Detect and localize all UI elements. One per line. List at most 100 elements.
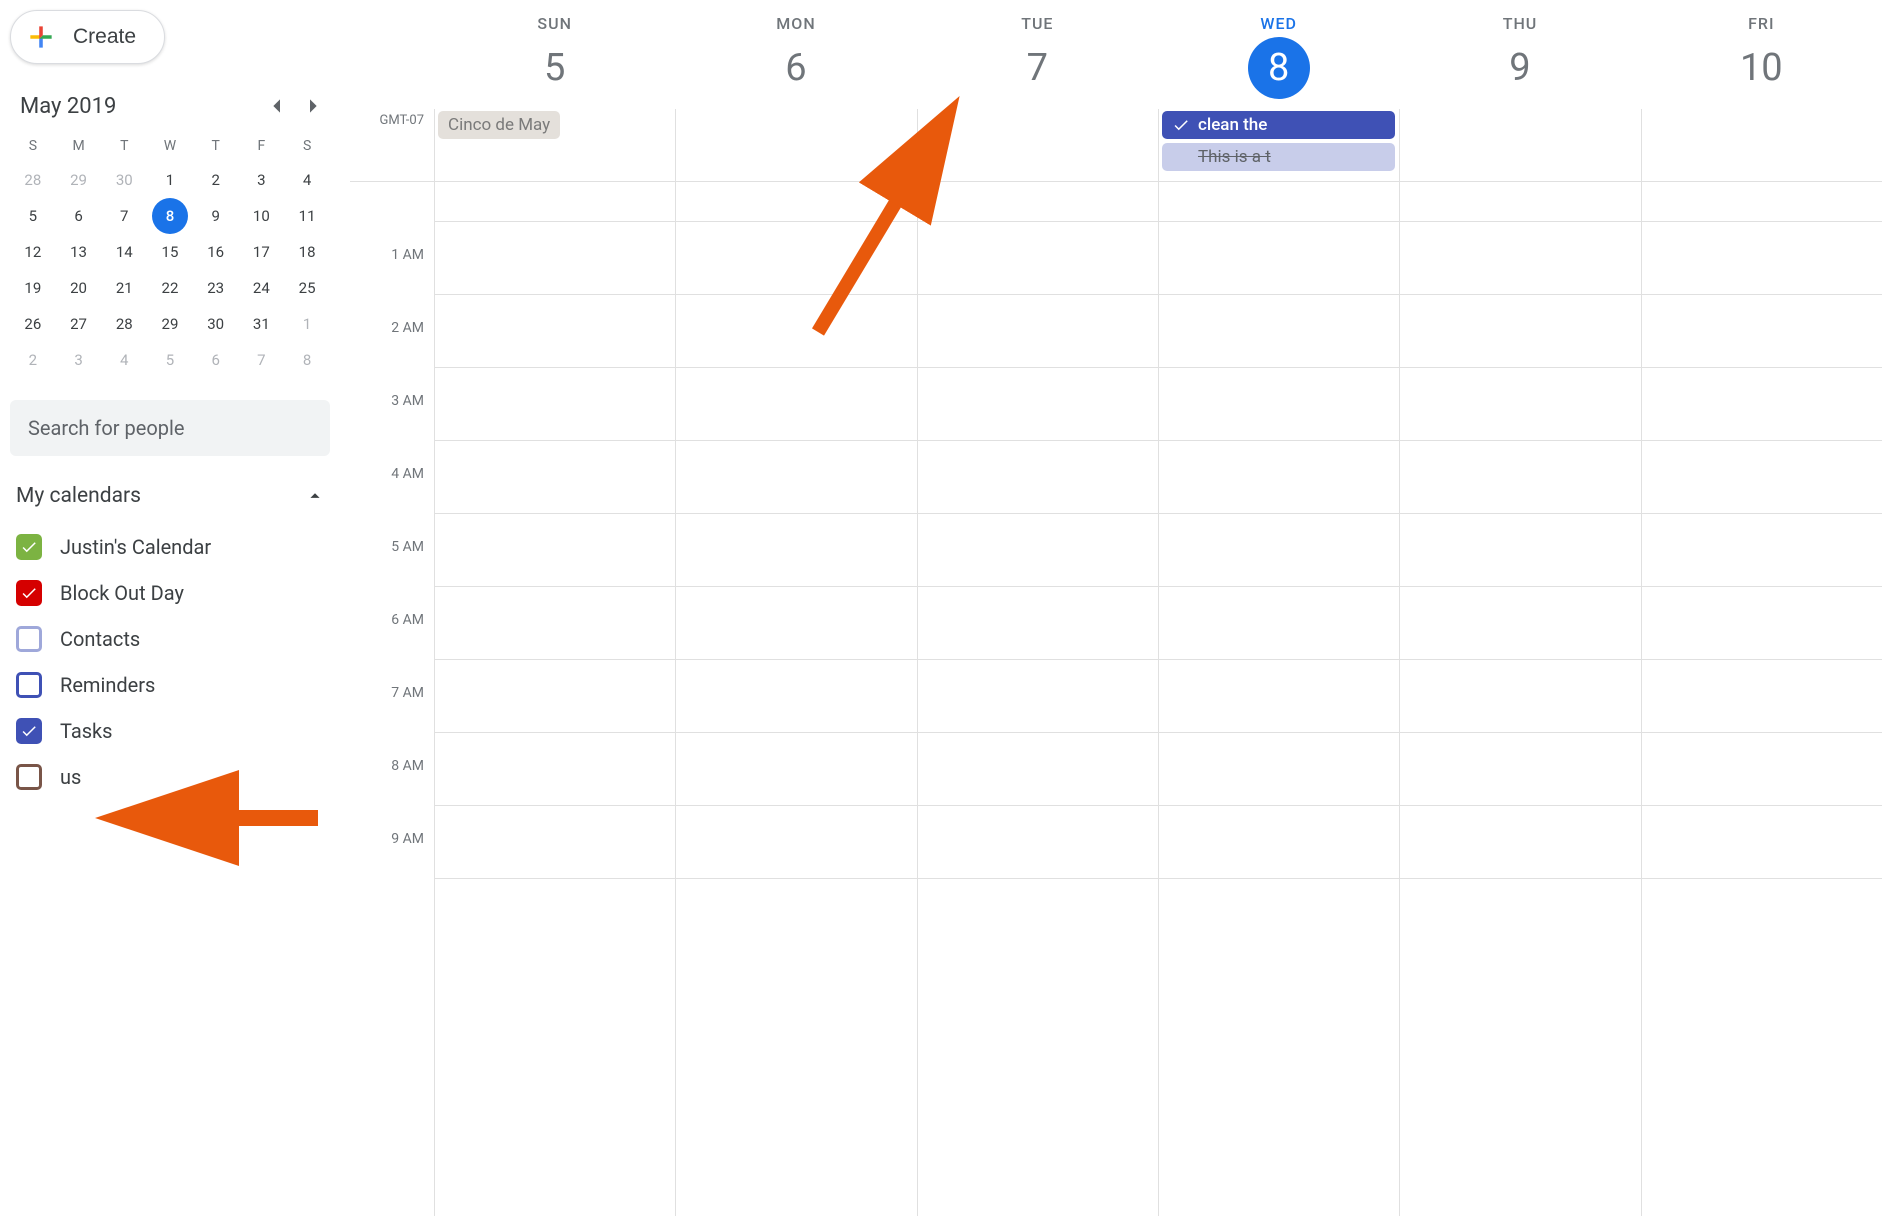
hour-cell[interactable] bbox=[676, 368, 916, 441]
minicalendar-day[interactable]: 9 bbox=[193, 198, 239, 234]
day-header[interactable]: THU9 bbox=[1399, 0, 1640, 109]
minicalendar-day[interactable]: 5 bbox=[10, 198, 56, 234]
calendar-checkbox[interactable] bbox=[16, 534, 42, 560]
grid-column[interactable] bbox=[434, 182, 675, 1216]
hour-cell[interactable] bbox=[435, 514, 675, 587]
allday-cell-wed[interactable]: clean the This is a t bbox=[1158, 109, 1399, 181]
hour-cell[interactable] bbox=[435, 660, 675, 733]
minicalendar-day[interactable]: 1 bbox=[147, 162, 193, 198]
minicalendar-day[interactable]: 31 bbox=[239, 306, 285, 342]
minicalendar-day[interactable]: 8 bbox=[284, 342, 330, 378]
day-header[interactable]: WED8 bbox=[1158, 0, 1399, 109]
hour-cell[interactable] bbox=[676, 514, 916, 587]
minicalendar-day[interactable]: 16 bbox=[193, 234, 239, 270]
hour-cell[interactable] bbox=[1400, 660, 1640, 733]
day-header[interactable]: TUE7 bbox=[917, 0, 1158, 109]
minicalendar-day[interactable]: 13 bbox=[56, 234, 102, 270]
hour-cell[interactable] bbox=[1159, 587, 1399, 660]
minicalendar-day[interactable]: 29 bbox=[147, 306, 193, 342]
minicalendar-day[interactable]: 27 bbox=[56, 306, 102, 342]
minicalendar-day[interactable]: 30 bbox=[193, 306, 239, 342]
hour-cell[interactable] bbox=[918, 587, 1158, 660]
hour-cell[interactable] bbox=[918, 295, 1158, 368]
create-button[interactable]: Create bbox=[10, 10, 165, 64]
hour-cell[interactable] bbox=[1159, 514, 1399, 587]
hour-cell[interactable] bbox=[1642, 587, 1882, 660]
minicalendar-day[interactable]: 6 bbox=[193, 342, 239, 378]
calendar-checkbox[interactable] bbox=[16, 626, 42, 652]
hour-cell[interactable] bbox=[1642, 295, 1882, 368]
hour-cell[interactable] bbox=[435, 368, 675, 441]
allday-cell-thu[interactable] bbox=[1399, 109, 1640, 181]
hour-cell[interactable] bbox=[1642, 441, 1882, 514]
hour-cell[interactable] bbox=[435, 806, 675, 879]
calendar-checkbox[interactable] bbox=[16, 718, 42, 744]
calendar-item[interactable]: Contacts bbox=[16, 616, 330, 662]
hour-cell[interactable] bbox=[1159, 222, 1399, 295]
hour-cell[interactable] bbox=[676, 733, 916, 806]
hour-cell[interactable] bbox=[918, 368, 1158, 441]
hour-cell[interactable] bbox=[1400, 222, 1640, 295]
hour-cell[interactable] bbox=[676, 441, 916, 514]
calendar-checkbox[interactable] bbox=[16, 764, 42, 790]
hour-cell[interactable] bbox=[676, 182, 916, 222]
calendar-checkbox[interactable] bbox=[16, 672, 42, 698]
minicalendar-day[interactable]: 28 bbox=[101, 306, 147, 342]
hour-cell[interactable] bbox=[1159, 182, 1399, 222]
minicalendar-day[interactable]: 29 bbox=[56, 162, 102, 198]
hour-cell[interactable] bbox=[1159, 733, 1399, 806]
hour-cell[interactable] bbox=[918, 182, 1158, 222]
hour-cell[interactable] bbox=[1642, 514, 1882, 587]
grid-column[interactable] bbox=[1399, 182, 1640, 1216]
event-chip-cinco[interactable]: Cinco de May bbox=[438, 111, 560, 139]
task-chip-done[interactable]: This is a t bbox=[1162, 143, 1395, 171]
calendar-item[interactable]: Tasks bbox=[16, 708, 330, 754]
prev-month-button[interactable] bbox=[264, 92, 288, 120]
hour-cell[interactable] bbox=[1159, 368, 1399, 441]
hour-cell[interactable] bbox=[918, 806, 1158, 879]
grid-column[interactable] bbox=[1641, 182, 1882, 1216]
calendar-item[interactable]: Justin's Calendar bbox=[16, 524, 330, 570]
day-header[interactable]: FRI10 bbox=[1641, 0, 1882, 109]
hour-cell[interactable] bbox=[1159, 660, 1399, 733]
grid-column[interactable] bbox=[1158, 182, 1399, 1216]
hour-cell[interactable] bbox=[1400, 295, 1640, 368]
grid-column[interactable] bbox=[675, 182, 916, 1216]
allday-cell-sun[interactable]: Cinco de May bbox=[434, 109, 675, 181]
hour-cell[interactable] bbox=[676, 295, 916, 368]
hour-cell[interactable] bbox=[1159, 295, 1399, 368]
hour-cell[interactable] bbox=[918, 733, 1158, 806]
hour-cell[interactable] bbox=[1642, 368, 1882, 441]
hour-cell[interactable] bbox=[676, 587, 916, 660]
minicalendar-day[interactable]: 19 bbox=[10, 270, 56, 306]
hour-cell[interactable] bbox=[1400, 441, 1640, 514]
my-calendars-toggle[interactable]: My calendars bbox=[16, 484, 326, 508]
hour-cell[interactable] bbox=[918, 222, 1158, 295]
hour-cell[interactable] bbox=[676, 660, 916, 733]
search-people-input[interactable]: Search for people bbox=[10, 400, 330, 456]
hour-cell[interactable] bbox=[435, 295, 675, 368]
hour-cell[interactable] bbox=[435, 182, 675, 222]
minicalendar-day[interactable]: 5 bbox=[147, 342, 193, 378]
minicalendar-day[interactable]: 24 bbox=[239, 270, 285, 306]
calendar-item[interactable]: us bbox=[16, 754, 330, 800]
calendar-checkbox[interactable] bbox=[16, 580, 42, 606]
allday-cell-mon[interactable] bbox=[675, 109, 916, 181]
minicalendar-day[interactable]: 17 bbox=[239, 234, 285, 270]
hour-cell[interactable] bbox=[1642, 660, 1882, 733]
hour-cell[interactable] bbox=[1400, 514, 1640, 587]
hour-cell[interactable] bbox=[1159, 441, 1399, 514]
minicalendar-day[interactable]: 12 bbox=[10, 234, 56, 270]
minicalendar-day[interactable]: 2 bbox=[10, 342, 56, 378]
hour-cell[interactable] bbox=[1400, 182, 1640, 222]
calendar-item[interactable]: Reminders bbox=[16, 662, 330, 708]
minicalendar-day[interactable]: 2 bbox=[193, 162, 239, 198]
minicalendar-day[interactable]: 4 bbox=[101, 342, 147, 378]
hour-cell[interactable] bbox=[676, 806, 916, 879]
day-header[interactable]: MON6 bbox=[675, 0, 916, 109]
day-header[interactable]: SUN5 bbox=[434, 0, 675, 109]
hour-cell[interactable] bbox=[1642, 222, 1882, 295]
calendar-item[interactable]: Block Out Day bbox=[16, 570, 330, 616]
hour-cell[interactable] bbox=[918, 441, 1158, 514]
hour-cell[interactable] bbox=[1400, 587, 1640, 660]
